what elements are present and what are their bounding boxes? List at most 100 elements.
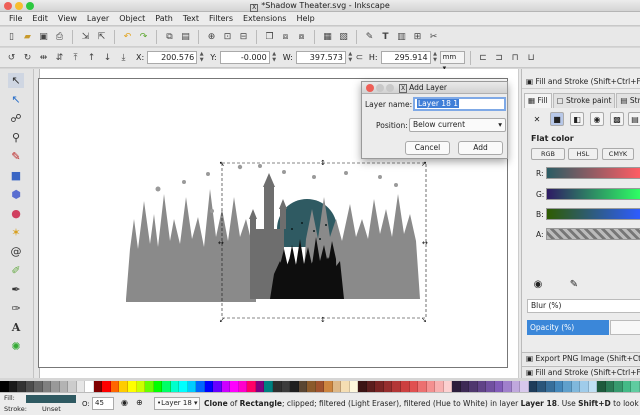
palette-swatch[interactable] (136, 381, 146, 392)
open-icon[interactable]: ▰ (20, 29, 35, 44)
menu-edit[interactable]: Edit (27, 12, 53, 26)
palette-swatch[interactable] (93, 381, 103, 392)
color-wheel-icon[interactable]: ◉ (530, 277, 546, 291)
palette-swatch[interactable] (452, 381, 461, 392)
channel-b-slider[interactable] (546, 208, 640, 220)
import-icon[interactable]: ⇲ (78, 29, 93, 44)
layer-visibility-icon[interactable]: ◉ (121, 398, 128, 407)
palette-swatch[interactable] (358, 381, 367, 392)
tab-stroke-paint[interactable]: ▢ Stroke paint (552, 93, 616, 108)
h-input[interactable]: 295.914 (380, 51, 431, 64)
menu-filters[interactable]: Filters (204, 12, 238, 26)
clone-icon[interactable]: ⧈ (278, 29, 293, 44)
lock-ratio-icon[interactable]: ⊂ (355, 50, 364, 65)
menu-view[interactable]: View (53, 12, 82, 26)
palette-swatch[interactable] (8, 381, 18, 392)
print-icon[interactable]: ⎙ (52, 29, 67, 44)
menu-extensions[interactable]: Extensions (238, 12, 291, 26)
linear-gradient-button[interactable]: ◧ (570, 112, 584, 126)
scale-stroke-icon[interactable]: ⊏ (476, 50, 491, 65)
minimize-window-button[interactable] (15, 2, 23, 10)
3d-box-tool-icon[interactable]: ⬢ (8, 187, 24, 202)
palette-swatch[interactable] (528, 381, 538, 392)
move-patterns-icon[interactable]: ⊔ (524, 50, 539, 65)
menu-object[interactable]: Object (114, 12, 150, 26)
fill-stroke-panel-tab[interactable]: ▣ Fill and Stroke (Shift+Ctrl+F) (522, 366, 640, 378)
rotate-ccw-icon[interactable]: ↺ (4, 50, 19, 65)
palette-swatch[interactable] (247, 381, 256, 392)
calligraphy-tool-icon[interactable]: ✑ (8, 301, 24, 316)
save-icon[interactable]: ▣ (36, 29, 51, 44)
palette-swatch[interactable] (110, 381, 120, 392)
move-gradients-icon[interactable]: ⊓ (508, 50, 523, 65)
palette-swatch[interactable] (366, 381, 376, 392)
menu-text[interactable]: Text (178, 12, 204, 26)
new-document-icon[interactable]: ▯ (4, 29, 19, 44)
pencil-tool-icon[interactable]: ✐ (8, 263, 24, 278)
palette-swatch[interactable] (170, 381, 180, 392)
x-input[interactable]: 200.576 (147, 51, 198, 64)
palette-swatch[interactable] (486, 381, 495, 392)
palette-swatch[interactable] (324, 381, 333, 392)
preferences-icon[interactable]: ✂ (426, 29, 441, 44)
palette-swatch[interactable] (409, 381, 419, 392)
palette-swatch[interactable] (273, 381, 282, 392)
palette-swatch[interactable] (332, 381, 342, 392)
w-input[interactable]: 397.573 (295, 51, 346, 64)
palette-swatch[interactable] (51, 381, 60, 392)
palette-swatch[interactable] (264, 381, 273, 392)
raise-icon[interactable]: ↑ (84, 50, 99, 65)
h-stepper[interactable]: ▲ ▼ (432, 51, 439, 64)
palette-swatch[interactable] (238, 381, 248, 392)
menu-help[interactable]: Help (291, 12, 319, 26)
palette-swatch[interactable] (17, 381, 26, 392)
ungroup-icon[interactable]: ▧ (336, 29, 351, 44)
palette-swatch[interactable] (520, 381, 529, 392)
palette-swatch[interactable] (580, 381, 589, 392)
fill-stroke-icon[interactable]: ✎ (362, 29, 377, 44)
palette-swatch[interactable] (418, 381, 427, 392)
palette-swatch[interactable] (435, 381, 444, 392)
pen-tool-icon[interactable]: ✒ (8, 282, 24, 297)
rectangle-tool-icon[interactable]: ■ (8, 168, 24, 183)
palette-swatch[interactable] (196, 381, 205, 392)
ellipse-tool-icon[interactable]: ● (8, 206, 24, 221)
zoom-tool-icon[interactable]: ⚲ (8, 130, 24, 145)
y-stepper[interactable]: ▲ ▼ (271, 51, 278, 64)
channel-a-slider[interactable] (546, 228, 640, 240)
palette-swatch[interactable] (25, 381, 35, 392)
palette-swatch[interactable] (68, 381, 77, 392)
export-icon[interactable]: ⇱ (94, 29, 109, 44)
w-stepper[interactable]: ▲ ▼ (347, 51, 354, 64)
xml-editor-icon[interactable]: ▥ (394, 29, 409, 44)
palette-swatch[interactable] (298, 381, 308, 392)
palette-swatch[interactable] (187, 381, 197, 392)
palette-swatch[interactable] (622, 381, 632, 392)
blur-field[interactable]: Blur (%) (527, 299, 640, 313)
palette-swatch[interactable] (42, 381, 52, 392)
duplicate-icon[interactable]: ❐ (262, 29, 277, 44)
spiral-tool-icon[interactable]: @ (8, 244, 24, 259)
palette-swatch[interactable] (315, 381, 325, 392)
swatch-button[interactable]: ▤ (628, 112, 640, 126)
fill-stroke-panel-title[interactable]: ▣ Fill and Stroke (Shift+Ctrl+F) (522, 75, 640, 89)
unit-select[interactable]: mm ▾ (439, 51, 465, 72)
spray-tool-icon[interactable]: ✺ (8, 339, 24, 354)
palette-swatch[interactable] (554, 381, 564, 392)
tab-fill[interactable]: ▦ Fill (524, 93, 552, 108)
channel-g-slider[interactable] (546, 188, 640, 200)
menu-path[interactable]: Path (150, 12, 178, 26)
palette-swatch[interactable] (375, 381, 384, 392)
lower-icon[interactable]: ↓ (100, 50, 115, 65)
flat-color-button[interactable]: ■ (550, 112, 564, 126)
y-input[interactable]: -0.000 (219, 51, 270, 64)
current-layer-select[interactable]: •Layer 18 ▾ (154, 397, 200, 410)
unlink-clone-icon[interactable]: ⧇ (294, 29, 309, 44)
copy-icon[interactable]: ⧉ (162, 29, 177, 44)
palette-swatch[interactable] (204, 381, 214, 392)
text-tool-icon[interactable]: A (8, 320, 24, 335)
palette-swatch[interactable] (290, 381, 299, 392)
palette-swatch[interactable] (281, 381, 291, 392)
palette-swatch[interactable] (494, 381, 504, 392)
palette-swatch[interactable] (230, 381, 239, 392)
